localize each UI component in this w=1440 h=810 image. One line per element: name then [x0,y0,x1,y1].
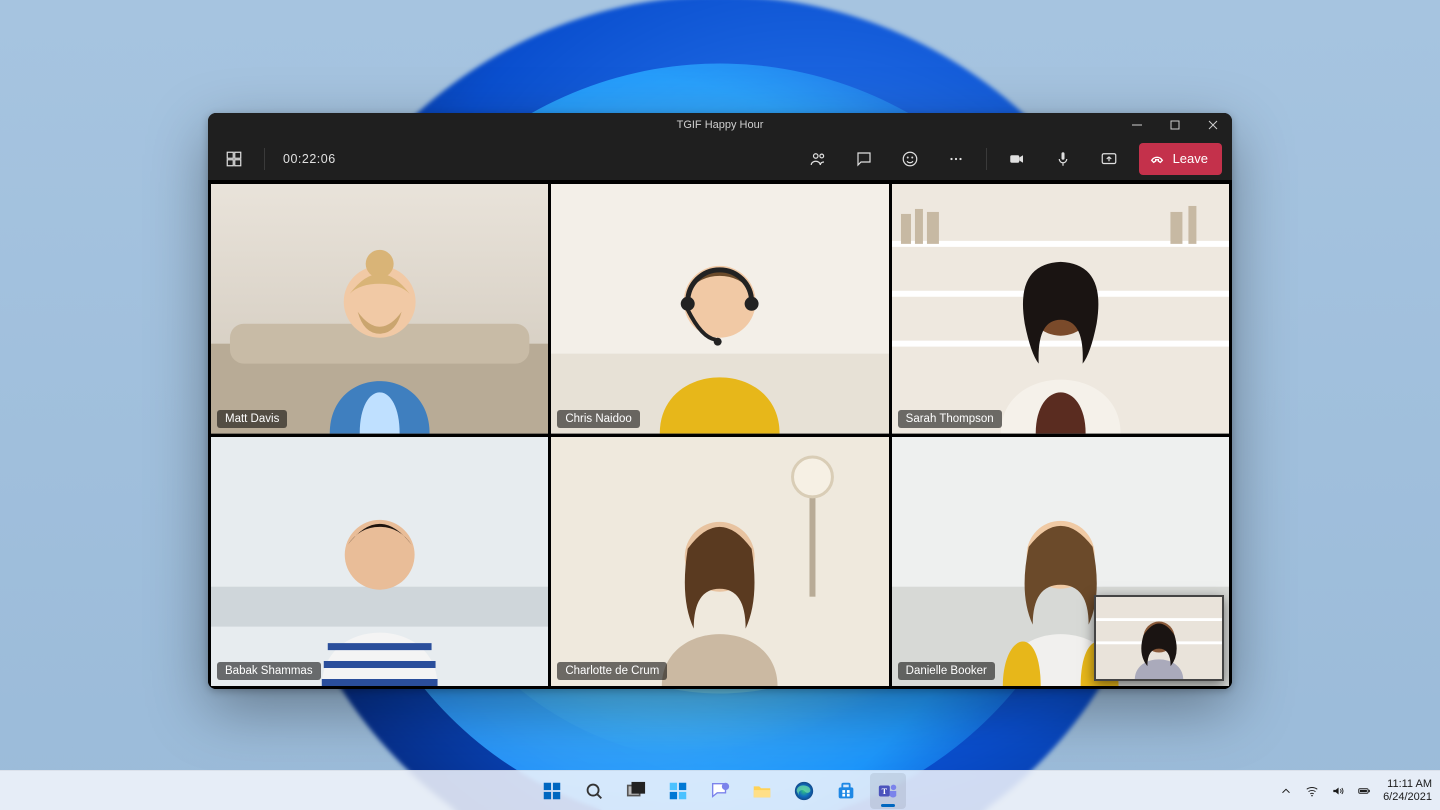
widgets-button[interactable] [660,773,696,809]
gallery-layout-button[interactable] [218,143,250,175]
clock-date: 6/24/2021 [1383,791,1432,804]
clock-time: 11:11 AM [1383,778,1432,791]
camera-toggle-button[interactable] [1001,143,1033,175]
meeting-toolbar: 00:22:06 [208,137,1232,181]
more-actions-button[interactable] [940,143,972,175]
svg-text:T: T [882,786,888,795]
self-view[interactable] [1094,595,1224,681]
teams-meeting-window: TGIF Happy Hour 00:22:06 [208,113,1232,689]
participant-tile[interactable]: Babak Shammas [211,437,548,687]
participant-tile[interactable]: Matt Davis [211,184,548,434]
participant-tile[interactable]: Sarah Thompson [892,184,1229,434]
taskbar-center: T [534,773,906,809]
system-tray[interactable]: 11:11 AM 6/24/2021 [1279,771,1432,810]
taskbar: T 11:11 AM 6/24/2021 [0,770,1440,810]
wifi-icon[interactable] [1305,784,1319,798]
tray-chevron-icon[interactable] [1279,784,1293,798]
leave-button-label: Leave [1173,151,1208,166]
teams-app-button[interactable]: T [870,773,906,809]
task-view-button[interactable] [618,773,654,809]
participant-name: Danielle Booker [898,662,995,680]
participant-name: Chris Naidoo [557,410,639,428]
window-title: TGIF Happy Hour [677,119,764,131]
chat-button[interactable] [848,143,880,175]
elapsed-time: 00:22:06 [279,152,340,166]
search-button[interactable] [576,773,612,809]
participant-name: Charlotte de Crum [557,662,667,680]
participant-name: Matt Davis [217,410,287,428]
share-screen-button[interactable] [1093,143,1125,175]
window-maximize-button[interactable] [1156,113,1194,137]
video-grid: Matt Davis Chris Naidoo [208,181,1232,689]
start-button[interactable] [534,773,570,809]
battery-icon[interactable] [1357,784,1371,798]
edge-button[interactable] [786,773,822,809]
participant-tile[interactable]: Chris Naidoo [551,184,888,434]
store-button[interactable] [828,773,864,809]
mic-toggle-button[interactable] [1047,143,1079,175]
reactions-button[interactable] [894,143,926,175]
participants-button[interactable] [802,143,834,175]
participant-tile[interactable]: Charlotte de Crum [551,437,888,687]
participant-name: Babak Shammas [217,662,321,680]
window-titlebar[interactable]: TGIF Happy Hour [208,113,1232,137]
leave-button[interactable]: Leave [1139,143,1222,175]
window-minimize-button[interactable] [1118,113,1156,137]
window-close-button[interactable] [1194,113,1232,137]
file-explorer-button[interactable] [744,773,780,809]
taskbar-clock[interactable]: 11:11 AM 6/24/2021 [1383,778,1432,803]
participant-name: Sarah Thompson [898,410,1002,428]
volume-icon[interactable] [1331,784,1345,798]
teams-chat-button[interactable] [702,773,738,809]
